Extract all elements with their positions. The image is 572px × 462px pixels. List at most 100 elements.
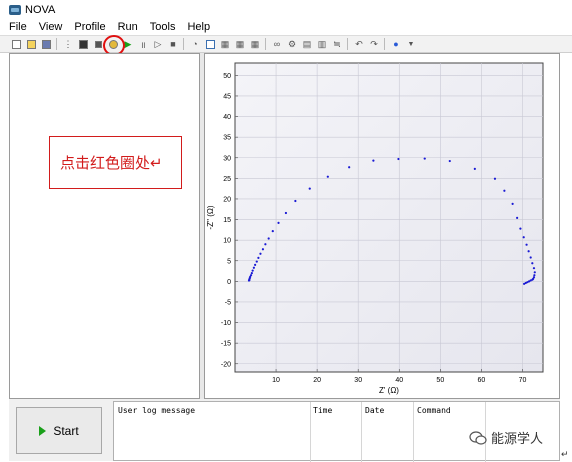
y-tick-label: 35 — [223, 135, 231, 142]
data-point — [261, 248, 265, 251]
x-tick-label: 70 — [519, 377, 527, 384]
y-tick-label: -20 — [221, 361, 231, 368]
data-point — [252, 266, 255, 269]
abort-icon[interactable]: ■ — [167, 39, 179, 50]
chart1-icon[interactable]: ▤ — [301, 39, 313, 50]
return-mark: ↵ — [561, 449, 569, 459]
tree-icon[interactable]: ⋮ — [62, 39, 74, 50]
y-tick-label: 0 — [227, 279, 231, 286]
data-point — [251, 269, 254, 272]
gauge-icon[interactable]: ◔ — [189, 39, 201, 50]
data-point — [448, 159, 451, 163]
data-point — [503, 189, 506, 192]
menu-view[interactable]: View — [39, 21, 63, 33]
dot-icon[interactable]: ● — [390, 39, 402, 50]
data-point — [250, 272, 253, 275]
column-divider — [361, 402, 362, 462]
annotation-box: 点击红色圈处↵ — [49, 136, 182, 189]
data-point — [308, 187, 311, 190]
toolbar-separator — [183, 38, 184, 50]
data-point — [284, 211, 288, 215]
x-tick-label: 30 — [354, 377, 362, 384]
log-header-message[interactable]: User log message — [118, 406, 195, 415]
log-header-date[interactable]: Date — [365, 406, 384, 415]
column-divider — [310, 402, 311, 462]
x-tick-label: 10 — [272, 377, 280, 384]
x-tick-label: 40 — [395, 377, 403, 384]
data-point — [326, 175, 329, 178]
y-tick-label: -5 — [225, 299, 231, 306]
link-icon[interactable]: ∞ — [271, 39, 283, 50]
nyquist-plot[interactable]: 10 20 30 40 50 60 70 -20 -15 -10 -5 0 5 10 15 20 25 30 35 4… — [205, 54, 559, 398]
toolbar: ⋮ ▶ ॥ ▷ ■ ◔ ▦ ▦ ▦ ∞ ⚙ ▤ ▥ ≒ ↶ ↷ ● ▼ — [0, 34, 572, 56]
data-point — [532, 276, 536, 279]
menu-run[interactable]: Run — [118, 21, 138, 33]
data-point — [493, 177, 497, 180]
toolbar-separator — [347, 38, 348, 50]
pause-icon[interactable]: ॥ — [137, 39, 149, 50]
data-point — [522, 236, 525, 239]
x-tick-label: 20 — [313, 377, 321, 384]
data-point — [397, 157, 400, 161]
y-tick-label: 40 — [223, 114, 231, 121]
x-axis-label: Z' (Ω) — [379, 386, 399, 395]
log-header-time[interactable]: Time — [313, 406, 332, 415]
data-point — [254, 263, 257, 266]
data-point — [527, 250, 530, 253]
menu-tools[interactable]: Tools — [150, 21, 176, 33]
data-point — [423, 157, 426, 160]
data-point — [531, 262, 534, 265]
data-point — [277, 221, 280, 224]
data-point — [516, 216, 519, 220]
title-bar: NOVA — [0, 0, 572, 19]
dropdown-icon[interactable]: ▼ — [405, 39, 417, 50]
save-icon[interactable] — [40, 39, 52, 50]
data-point — [519, 227, 522, 230]
redo-icon[interactable]: ↷ — [368, 39, 380, 50]
data-point — [529, 256, 532, 259]
new-icon[interactable] — [10, 39, 22, 50]
window3-icon[interactable]: ▦ — [234, 39, 246, 50]
menu-help[interactable]: Help — [187, 21, 210, 33]
y-tick-label: -10 — [221, 320, 231, 327]
y-tick-label: 45 — [223, 93, 231, 100]
play-triangle-icon — [39, 425, 47, 436]
settings-icon[interactable]: ⚙ — [286, 39, 298, 50]
window2-icon[interactable]: ▦ — [219, 39, 231, 50]
watermark-text: 能源学人 — [491, 431, 544, 446]
data-point — [264, 243, 267, 246]
toolbar-separator — [265, 38, 266, 50]
window1-icon[interactable] — [204, 39, 216, 50]
y-tick-label: 50 — [223, 73, 231, 80]
data-point — [511, 202, 514, 206]
plot-area — [234, 62, 544, 373]
undo-icon[interactable]: ↶ — [353, 39, 365, 50]
nova-app-icon — [9, 4, 21, 15]
window-title: NOVA — [25, 3, 56, 16]
window4-icon[interactable]: ▦ — [249, 39, 261, 50]
open-icon[interactable] — [25, 39, 37, 50]
y-tick-label: 10 — [223, 238, 231, 245]
data-point — [533, 271, 536, 274]
chart2-icon[interactable]: ▥ — [316, 39, 328, 50]
x-tick-label: 60 — [478, 377, 486, 384]
y-tick-label: 20 — [223, 196, 231, 203]
menu-profile[interactable]: Profile — [74, 21, 105, 33]
x-tick-label: 50 — [436, 377, 444, 384]
start-button[interactable]: Start — [16, 407, 102, 454]
procedure-pane — [9, 53, 200, 399]
log-header-command[interactable]: Command — [417, 406, 451, 415]
y-tick-label: 30 — [223, 155, 231, 162]
data-point — [525, 243, 528, 246]
data-point — [255, 260, 258, 263]
plot-pane: 10 20 30 40 50 60 70 -20 -15 -10 -5 0 5 10 15 20 25 30 35 4… — [204, 53, 560, 399]
chart3-icon[interactable]: ≒ — [331, 39, 343, 50]
menu-file[interactable]: File — [9, 21, 27, 33]
step-icon[interactable]: ▷ — [152, 39, 164, 50]
y-tick-label: 5 — [227, 258, 231, 265]
data-point — [372, 159, 375, 162]
data-point — [348, 166, 351, 169]
sequence-icon[interactable] — [77, 39, 89, 50]
y-tick-label: -15 — [221, 341, 231, 348]
highlighted-icon[interactable] — [103, 34, 125, 56]
